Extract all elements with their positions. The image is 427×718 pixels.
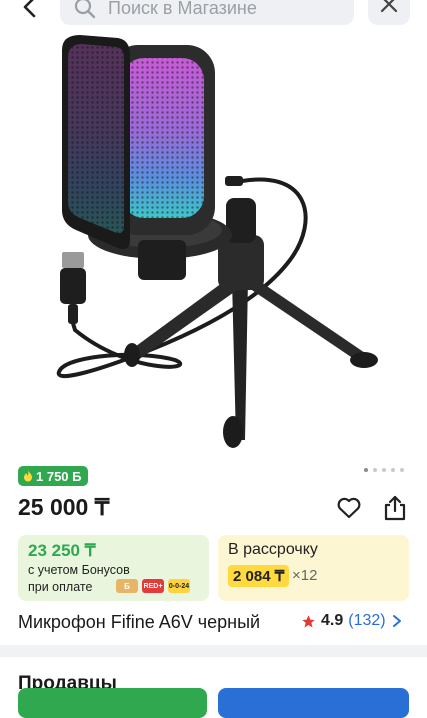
gallery-dot[interactable] [382,468,386,472]
bonus-price-card[interactable]: 23 250 ₸ с учетом Бонусов при оплате Б R… [18,535,209,601]
installment-amount: 2 084 ₸ [228,565,290,587]
close-button[interactable] [368,0,410,25]
review-count[interactable]: (132) [348,612,385,630]
search-bar[interactable] [60,0,354,25]
installment-multiplier: ×12 [292,567,318,584]
installment-card[interactable]: В рассрочку 2 084 ₸ ×12 [218,535,409,601]
installment-chip: 0-0-24 [168,579,190,593]
gallery-dot[interactable] [391,468,395,472]
back-button[interactable] [16,0,46,24]
search-input[interactable] [106,0,340,23]
microphone-image [56,35,378,448]
red-plus-chip: RED+ [142,579,164,593]
bonus-line-2: при оплате [28,580,93,594]
gallery-pagination [364,468,404,472]
gallery-dot[interactable] [400,468,404,472]
bonus-coin-icon: Б [116,579,138,593]
gallery-dot[interactable] [364,468,368,472]
product-price: 25 000 ₸ [18,494,110,520]
installment-title: В рассрочку [228,541,318,558]
bonus-line-1: с учетом Бонусов [28,563,130,577]
bonus-price: 23 250 ₸ [28,541,96,560]
rating-value: 4.9 [321,612,344,629]
primary-action-button[interactable] [18,688,207,718]
product-title: Микрофон Fifine A6V черный [18,612,261,632]
gallery-dot[interactable] [373,468,377,472]
bonus-badge-text: 1 750 Б [36,468,82,484]
chevron-left-icon [23,0,36,18]
heart-icon [337,497,361,519]
star-icon [302,614,315,627]
share-button[interactable] [382,494,408,527]
search-icon [74,0,96,19]
section-divider [0,645,427,657]
bonus-badge: 1 750 Б [18,466,88,486]
secondary-action-button[interactable] [218,688,409,718]
top-bar [0,0,427,30]
chevron-right-icon [392,615,401,627]
rating-link[interactable]: 4.9 (132) [301,612,403,630]
close-icon [380,0,398,13]
product-image[interactable] [0,30,427,460]
flame-icon [24,470,32,482]
favorite-button[interactable] [336,496,362,525]
share-icon [384,495,406,521]
